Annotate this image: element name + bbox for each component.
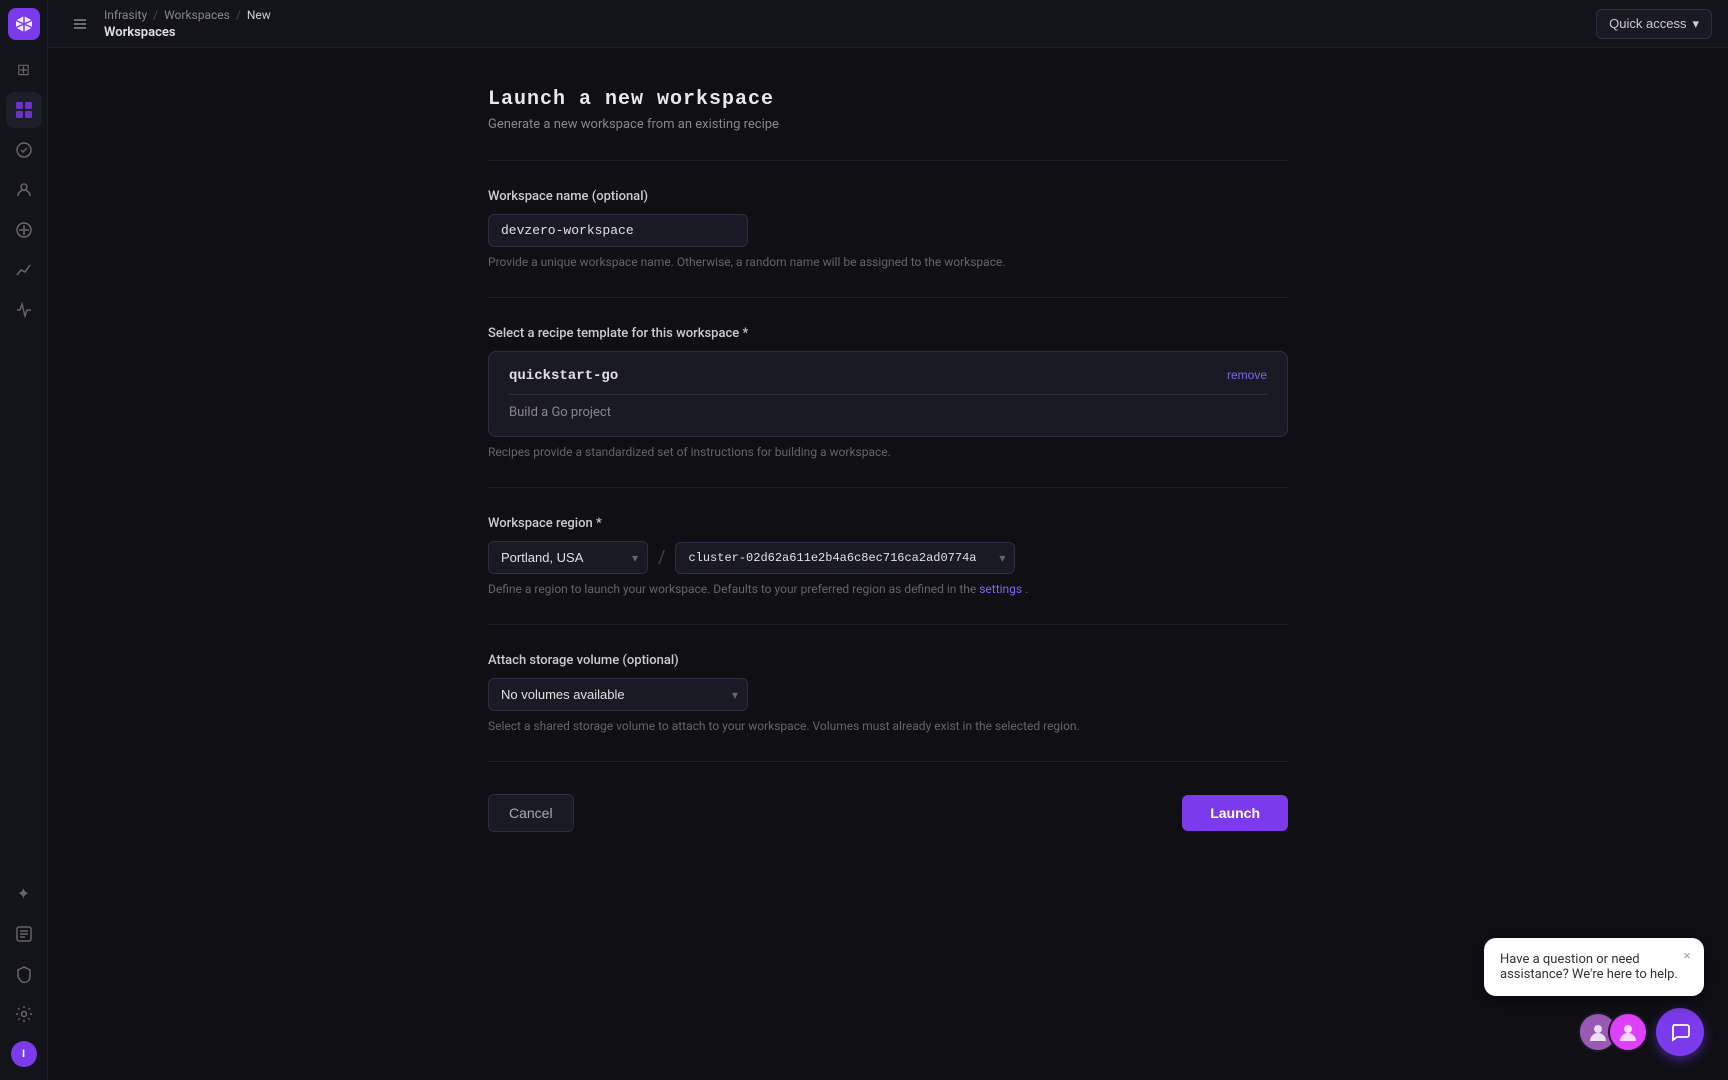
- chat-avatars: [1578, 1012, 1648, 1052]
- breadcrumb-sep-2: /: [236, 8, 241, 22]
- recipe-hint: Recipes provide a standardized set of in…: [488, 445, 1288, 459]
- topbar-breadcrumb-area: Infrasity / Workspaces / New Workspaces: [104, 8, 271, 40]
- recipe-description: Build a Go project: [509, 405, 1267, 420]
- chat-widget: × Have a question or need assistance? We…: [1484, 938, 1704, 1056]
- workspace-name-hint: Provide a unique workspace name. Otherwi…: [488, 255, 1288, 269]
- recipe-remove-button[interactable]: remove: [1227, 368, 1267, 382]
- storage-hint: Select a shared storage volume to attach…: [488, 719, 1288, 733]
- sidebar-item-pipelines[interactable]: [6, 132, 42, 168]
- region-label: Workspace region *: [488, 516, 1288, 531]
- sidebar-item-workspaces[interactable]: [6, 92, 42, 128]
- chat-avatar-row: [1484, 1008, 1704, 1056]
- divider-4: [488, 624, 1288, 625]
- settings-link[interactable]: settings: [979, 582, 1022, 596]
- sidebar-item-users[interactable]: [6, 172, 42, 208]
- region-hint: Define a region to launch your workspace…: [488, 582, 1288, 596]
- recipe-label: Select a recipe template for this worksp…: [488, 326, 1288, 341]
- sidebar-item-profile[interactable]: I: [6, 1036, 42, 1072]
- cancel-button[interactable]: Cancel: [488, 794, 574, 832]
- quick-access-button[interactable]: Quick access ▾: [1596, 9, 1712, 39]
- storage-label: Attach storage volume (optional): [488, 653, 1288, 668]
- storage-select-wrapper: No volumes available ▾: [488, 678, 748, 711]
- chat-bubble-text: Have a question or need assistance? We'r…: [1500, 952, 1678, 982]
- region-select[interactable]: Portland, USA US East EU West Asia Pacif…: [488, 541, 648, 574]
- chat-bubble-close-button[interactable]: ×: [1678, 946, 1696, 964]
- workspace-name-label: Workspace name (optional): [488, 189, 1288, 204]
- quick-access-chevron-icon: ▾: [1692, 16, 1699, 32]
- sidebar-item-plugins[interactable]: ✦: [6, 876, 42, 912]
- menu-toggle-button[interactable]: [64, 8, 96, 40]
- cluster-select[interactable]: cluster-02d62a611e2b4a6c8ec716ca2ad0774a: [675, 542, 1015, 574]
- breadcrumb-workspaces[interactable]: Workspaces: [164, 8, 230, 22]
- launch-button[interactable]: Launch: [1182, 795, 1288, 831]
- topbar-actions: Quick access ▾: [1596, 9, 1712, 39]
- recipe-name: quickstart-go: [509, 368, 1267, 395]
- main-area: Infrasity / Workspaces / New Workspaces …: [48, 0, 1728, 1080]
- sidebar-item-activity[interactable]: [6, 292, 42, 328]
- sidebar-item-dashboard[interactable]: ⊞: [6, 52, 42, 88]
- action-row: Cancel Launch: [488, 794, 1288, 832]
- main-content: Launch a new workspace Generate a new wo…: [48, 48, 1728, 1080]
- breadcrumb-infrasity[interactable]: Infrasity: [104, 8, 147, 22]
- breadcrumb: Infrasity / Workspaces / New: [104, 8, 271, 22]
- cluster-select-wrapper: cluster-02d62a611e2b4a6c8ec716ca2ad0774a…: [675, 542, 1015, 574]
- region-select-wrapper: Portland, USA US East EU West Asia Pacif…: [488, 541, 648, 574]
- workspace-name-input[interactable]: [488, 214, 748, 247]
- region-separator: /: [658, 547, 665, 568]
- breadcrumb-new: New: [247, 8, 271, 22]
- sidebar-item-analytics[interactable]: [6, 252, 42, 288]
- sidebar-item-security[interactable]: [6, 956, 42, 992]
- storage-section: Attach storage volume (optional) No volu…: [488, 653, 1288, 733]
- page-section-title: Workspaces: [104, 25, 271, 40]
- chat-avatar-2: [1608, 1012, 1648, 1052]
- sidebar-item-settings[interactable]: [6, 996, 42, 1032]
- chat-open-button[interactable]: [1656, 1008, 1704, 1056]
- divider-2: [488, 297, 1288, 298]
- form-container: Launch a new workspace Generate a new wo…: [488, 88, 1288, 832]
- divider-3: [488, 487, 1288, 488]
- recipe-card: remove quickstart-go Build a Go project: [488, 351, 1288, 437]
- page-subtitle: Generate a new workspace from an existin…: [488, 117, 1288, 132]
- divider-5: [488, 761, 1288, 762]
- divider-1: [488, 160, 1288, 161]
- page-title: Launch a new workspace: [488, 88, 1288, 111]
- storage-select[interactable]: No volumes available: [488, 678, 748, 711]
- region-section: Workspace region * Portland, USA US East…: [488, 516, 1288, 596]
- chat-bubble: × Have a question or need assistance? We…: [1484, 938, 1704, 996]
- sidebar: ⊞ ✦: [0, 0, 48, 1080]
- topbar: Infrasity / Workspaces / New Workspaces …: [48, 0, 1728, 48]
- app-logo[interactable]: [8, 8, 40, 40]
- workspace-name-section: Workspace name (optional) Provide a uniq…: [488, 189, 1288, 269]
- breadcrumb-sep-1: /: [153, 8, 158, 22]
- quick-access-label: Quick access: [1609, 16, 1686, 31]
- sidebar-item-integrations[interactable]: [6, 212, 42, 248]
- recipe-section: Select a recipe template for this worksp…: [488, 326, 1288, 459]
- sidebar-item-logs[interactable]: [6, 916, 42, 952]
- region-row: Portland, USA US East EU West Asia Pacif…: [488, 541, 1288, 574]
